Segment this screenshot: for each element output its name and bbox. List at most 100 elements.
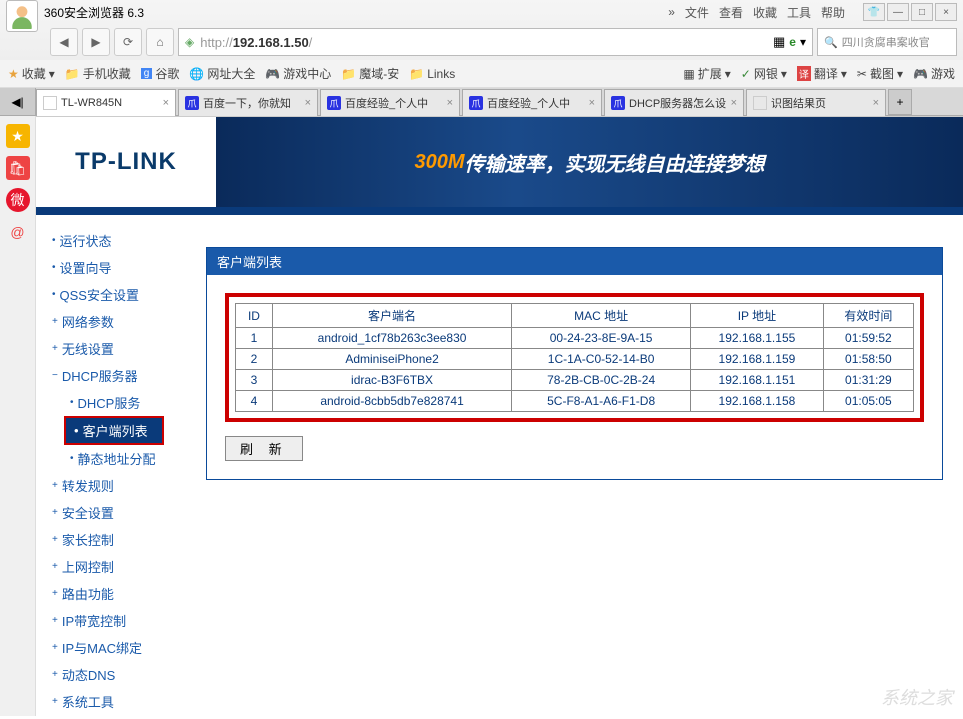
tab-label: 识图结果页	[771, 95, 826, 111]
tab-5[interactable]: 识图结果页 ×	[746, 89, 886, 116]
bookmark-links[interactable]: 📁Links	[409, 67, 455, 81]
nav-wizard[interactable]: •设置向导	[52, 254, 186, 281]
menu-fav[interactable]: 收藏	[753, 4, 777, 21]
close-icon[interactable]: ×	[731, 97, 737, 109]
forward-button[interactable]: ▶	[82, 28, 110, 56]
tab-label: DHCP服务器怎么设	[629, 95, 726, 111]
router-content: 客户端列表 ID客户端名MAC 地址IP 地址有效时间 1android_1cf…	[186, 215, 963, 719]
window-skin[interactable]: 👕	[863, 3, 885, 21]
table-cell: android-8cbb5db7e828741	[272, 391, 511, 412]
refresh-button[interactable]: 刷 新	[225, 436, 303, 461]
close-icon[interactable]: ×	[163, 97, 169, 109]
bookmark-google[interactable]: g谷歌	[141, 65, 180, 82]
nav-network[interactable]: +网络参数	[52, 308, 186, 335]
window-close[interactable]: ×	[935, 3, 957, 21]
tab-1[interactable]: 爪百度一下，你就知×	[178, 89, 318, 116]
nav-dhcp-service[interactable]: •DHCP服务	[52, 389, 186, 416]
strip-at[interactable]: @	[6, 220, 30, 244]
reload-button[interactable]: ⟳	[114, 28, 142, 56]
nav-qss[interactable]: •QSS安全设置	[52, 281, 186, 308]
close-icon[interactable]: ×	[589, 97, 595, 109]
ext-button[interactable]: ▦扩展▾	[683, 65, 730, 82]
table-header: ID	[236, 304, 273, 328]
shield-icon: ◈	[185, 35, 194, 49]
table-cell: 78-2B-CB-0C-2B-24	[512, 370, 691, 391]
puzzle-icon: ▦	[683, 67, 694, 81]
table-row: 1android_1cf78b263c3ee83000-24-23-8E-9A-…	[236, 328, 914, 349]
home-button[interactable]: ⌂	[146, 28, 174, 56]
back-button[interactable]: ◀	[50, 28, 78, 56]
new-tab-button[interactable]: +	[888, 89, 912, 115]
g-icon: g	[141, 68, 153, 79]
menu-help[interactable]: 帮助	[821, 4, 845, 21]
nav-bar: ◀ ▶ ⟳ ⌂ ◈ http://192.168.1.50/ ▦ e ▾ 🔍 四…	[0, 24, 963, 60]
page-icon	[43, 96, 57, 110]
menu-tools[interactable]: 工具	[787, 4, 811, 21]
star-icon: ★	[8, 67, 19, 81]
url-bar[interactable]: ◈ http://192.168.1.50/ ▦ e ▾	[178, 28, 813, 56]
nav-system[interactable]: +系统工具	[52, 688, 186, 715]
tab-label: 百度一下，你就知	[203, 95, 291, 111]
table-row: 4android-8cbb5db7e8287415C-F8-A1-A6-F1-D…	[236, 391, 914, 412]
tab-2[interactable]: 爪百度经验_个人中×	[320, 89, 460, 116]
nav-ddns[interactable]: +动态DNS	[52, 661, 186, 688]
tab-4[interactable]: 爪DHCP服务器怎么设×	[604, 89, 744, 116]
close-icon[interactable]: ×	[447, 97, 453, 109]
nav-forward[interactable]: +转发规则	[52, 472, 186, 499]
strip-shop[interactable]: 🛍	[6, 156, 30, 180]
bookmark-mobile[interactable]: 📁手机收藏	[65, 65, 131, 82]
nav-wireless[interactable]: +无线设置	[52, 335, 186, 362]
menu-file[interactable]: 文件	[685, 4, 709, 21]
nav-dhcp-clients[interactable]: • 客户端列表	[64, 416, 164, 445]
tab-3[interactable]: 爪百度经验_个人中×	[462, 89, 602, 116]
search-box[interactable]: 🔍 四川贪腐串案收官	[817, 28, 957, 56]
banner-text: 传输速率，实现无线自由连接梦想	[465, 148, 765, 177]
bank-button[interactable]: ✓网银▾	[741, 65, 787, 82]
table-cell: 192.168.1.159	[691, 349, 824, 370]
table-cell: 01:31:29	[823, 370, 913, 391]
tplink-logo: TP-LINK	[75, 148, 177, 176]
nav-dhcp[interactable]: −DHCP服务器	[52, 362, 186, 389]
nav-access[interactable]: +上网控制	[52, 553, 186, 580]
client-panel: 客户端列表 ID客户端名MAC 地址IP 地址有效时间 1android_1cf…	[206, 247, 943, 480]
menu-view[interactable]: 查看	[719, 4, 743, 21]
window-minimize[interactable]: —	[887, 3, 909, 21]
router-header: TP-LINK 300M 传输速率，实现无线自由连接梦想	[36, 117, 963, 207]
bookmark-moyu[interactable]: 📁魔域-安	[341, 65, 399, 82]
dropdown-icon[interactable]: ▾	[800, 35, 806, 49]
window-maximize[interactable]: □	[911, 3, 933, 21]
nav-routing[interactable]: +路由功能	[52, 580, 186, 607]
title-bar: 360安全浏览器 6.3 » 文件 查看 收藏 工具 帮助 👕 — □ ×	[0, 0, 963, 24]
nav-security[interactable]: +安全设置	[52, 499, 186, 526]
nav-dhcp-static[interactable]: •静态地址分配	[52, 445, 186, 472]
strip-favorites[interactable]: ★	[6, 124, 30, 148]
panel-title: 客户端列表	[207, 248, 942, 275]
side-panel-toggle[interactable]: ◀|	[0, 88, 36, 115]
close-icon[interactable]: ×	[873, 97, 879, 109]
tabs-bar: ◀| TL-WR845N×爪百度一下，你就知×爪百度经验_个人中×爪百度经验_个…	[0, 88, 963, 116]
gamepad-icon: 🎮	[265, 67, 280, 81]
favorites-button[interactable]: ★ 收藏 ▾	[8, 65, 55, 82]
logo-area: TP-LINK	[36, 117, 216, 207]
nav-ipmac[interactable]: +IP与MAC绑定	[52, 634, 186, 661]
strip-weibo[interactable]: 微	[6, 188, 30, 212]
translate-button[interactable]: 译翻译▾	[797, 65, 847, 82]
games-button[interactable]: 🎮游戏	[913, 65, 955, 82]
banner-speed: 300M	[414, 151, 464, 174]
table-row: 2AdminiseiPhone21C-1A-C0-52-14-B0192.168…	[236, 349, 914, 370]
table-cell: 01:58:50	[823, 349, 913, 370]
qr-icon[interactable]: ▦	[773, 34, 785, 50]
screenshot-button[interactable]: ✂截图▾	[857, 65, 903, 82]
e-icon[interactable]: e	[789, 35, 796, 49]
nav-parental[interactable]: +家长控制	[52, 526, 186, 553]
nav-bandwidth[interactable]: +IP带宽控制	[52, 607, 186, 634]
table-header: MAC 地址	[512, 304, 691, 328]
bookmark-sites[interactable]: 🌐网址大全	[189, 65, 255, 82]
nav-status[interactable]: •运行状态	[52, 227, 186, 254]
menu-expand[interactable]: »	[668, 5, 675, 19]
user-avatar[interactable]	[6, 0, 38, 32]
bookmark-games[interactable]: 🎮游戏中心	[265, 65, 331, 82]
tab-0[interactable]: TL-WR845N×	[36, 89, 176, 116]
close-icon[interactable]: ×	[305, 97, 311, 109]
table-cell: 01:05:05	[823, 391, 913, 412]
